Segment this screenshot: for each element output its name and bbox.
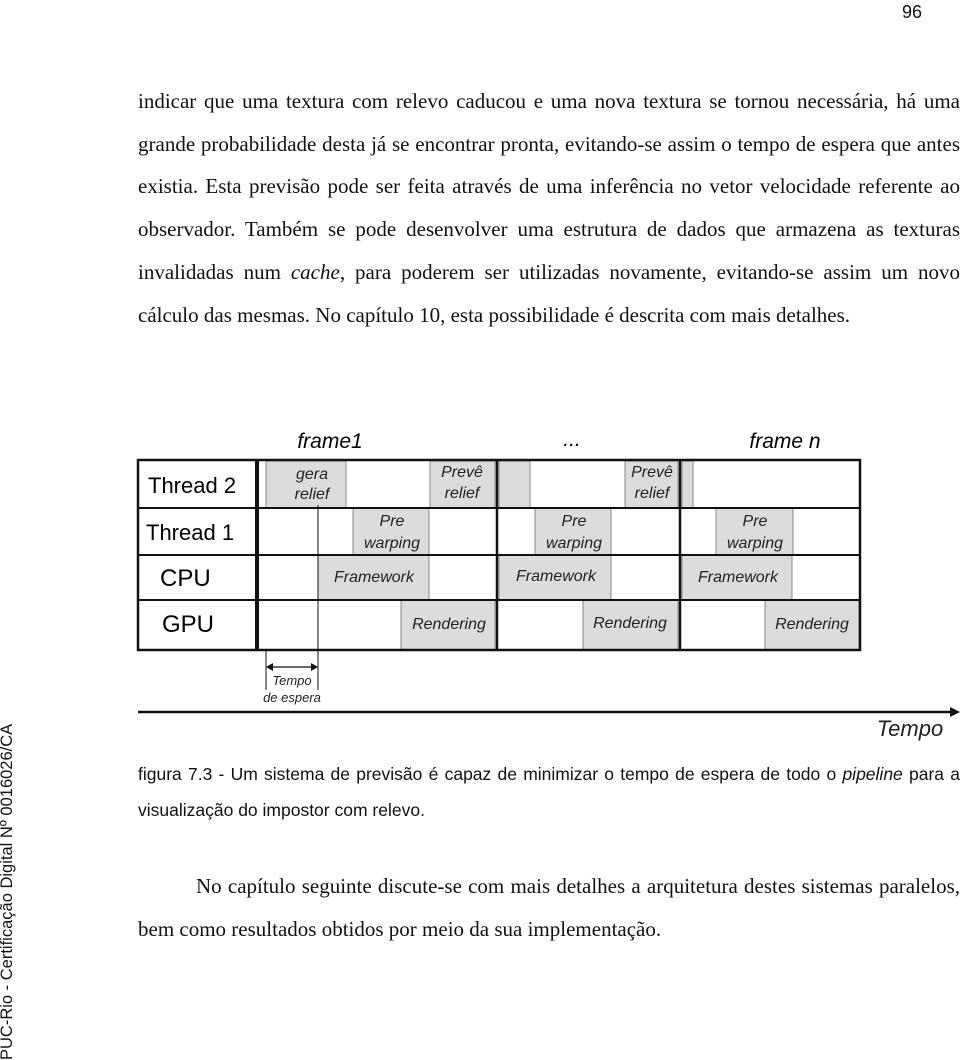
pipeline-diagram: frame1 ... frame n Thread 2 Thread 1 CPU…: [136, 428, 960, 741]
block-gray: [498, 460, 531, 509]
axis-label: Tempo: [877, 716, 943, 741]
paragraph-2: No capítulo seguinte discute-se com mais…: [138, 865, 960, 950]
block-text: Prevê: [631, 464, 673, 481]
block-text: Framework: [334, 569, 415, 586]
block-text: Rendering: [775, 616, 849, 633]
wait-label: Tempo: [272, 673, 311, 688]
block-text: warping: [546, 535, 602, 552]
block-text: warping: [727, 535, 783, 552]
block-text: Framework: [516, 568, 597, 585]
block-text: Prevê: [441, 464, 483, 481]
block-text: warping: [364, 535, 420, 552]
row-label: GPU: [162, 611, 214, 638]
block-text: Rendering: [593, 615, 667, 632]
frame-label: frame1: [297, 430, 362, 453]
row-label: CPU: [160, 565, 211, 592]
caption-text: figura 7.3 - Um sistema de previsão é ca…: [138, 764, 843, 784]
page: 96 PUC-Rio - Certificação Digital Nº 001…: [0, 0, 960, 1060]
block-text: Pre: [380, 513, 405, 530]
block-text: gera: [296, 466, 328, 483]
block-text: relief: [635, 485, 671, 502]
frame-label: frame n: [749, 430, 820, 453]
wait-label: de espera: [263, 690, 321, 705]
caption-italic: pipeline: [842, 764, 903, 784]
row-label: Thread 1: [146, 520, 234, 545]
block-text: Pre: [743, 513, 768, 530]
block-text: Pre: [562, 513, 587, 530]
block-gray: [681, 460, 694, 509]
para-text: No capítulo seguinte discute-se com mais…: [138, 874, 960, 941]
row-label: Thread 2: [148, 473, 236, 498]
block-text: Framework: [698, 569, 779, 586]
block-text: relief: [445, 485, 481, 502]
block-text: relief: [295, 486, 331, 503]
figure-caption: figura 7.3 - Um sistema de previsão é ca…: [138, 756, 960, 828]
block-text: Rendering: [412, 616, 486, 633]
frame-label: ...: [563, 428, 581, 451]
